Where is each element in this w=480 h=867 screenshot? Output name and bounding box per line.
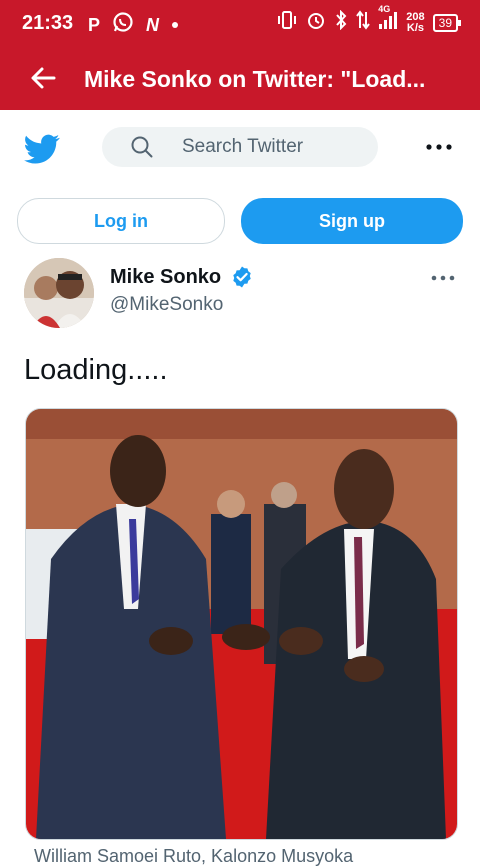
signup-button[interactable]: Sign up — [241, 198, 463, 244]
network-type: 4G — [378, 4, 391, 14]
n-icon: N — [146, 14, 160, 35]
twitter-header: Search Twitter — [0, 110, 480, 188]
verified-badge-icon — [230, 265, 254, 289]
data-arrows-icon — [356, 10, 371, 35]
vibrate-icon — [276, 10, 298, 35]
back-button[interactable] — [26, 60, 62, 96]
tweet: Mike Sonko @MikeSonko Loading..... Willi… — [0, 256, 480, 866]
signal-icon: 4G — [378, 4, 398, 35]
back-arrow-icon — [31, 67, 56, 89]
net-speed: 208 K/s — [406, 10, 425, 34]
tweet-text: Loading..... — [24, 354, 168, 386]
login-button[interactable]: Log in — [17, 198, 225, 244]
avatar[interactable] — [24, 258, 94, 328]
notification-icons: P N — [88, 11, 179, 38]
tweet-photo[interactable] — [25, 408, 458, 840]
app-bar: Mike Sonko on Twitter: "Load... — [0, 48, 480, 110]
net-speed-value: 208 — [406, 10, 425, 23]
twitter-logo-icon[interactable] — [24, 131, 60, 167]
tweet-more-icon[interactable] — [430, 270, 456, 286]
status-bar: 21:33 P N 4G 208 K/s 39 — [0, 0, 480, 48]
search-placeholder: Search Twitter — [182, 136, 304, 157]
author-name[interactable]: Mike Sonko — [110, 266, 221, 289]
page-title: Mike Sonko on Twitter: "Load... — [84, 66, 426, 92]
search-input[interactable]: Search Twitter — [102, 127, 378, 167]
whatsapp-icon — [112, 11, 134, 38]
dot-icon — [171, 16, 179, 34]
photo-caption: William Samoei Ruto, Kalonzo Musyoka — [34, 846, 354, 866]
p-icon: P — [88, 14, 101, 35]
search-icon — [131, 136, 153, 158]
auth-bar: Log in Sign up — [0, 198, 480, 246]
battery-indicator: 39 — [432, 13, 462, 32]
alarm-icon — [306, 10, 326, 35]
status-time: 21:33 — [22, 12, 74, 34]
bluetooth-icon — [334, 9, 348, 35]
more-options-icon[interactable] — [424, 137, 454, 157]
author-handle[interactable]: @MikeSonko — [110, 294, 223, 316]
system-icons: 4G 208 K/s 39 — [276, 4, 462, 35]
net-speed-unit: K/s — [406, 21, 425, 34]
